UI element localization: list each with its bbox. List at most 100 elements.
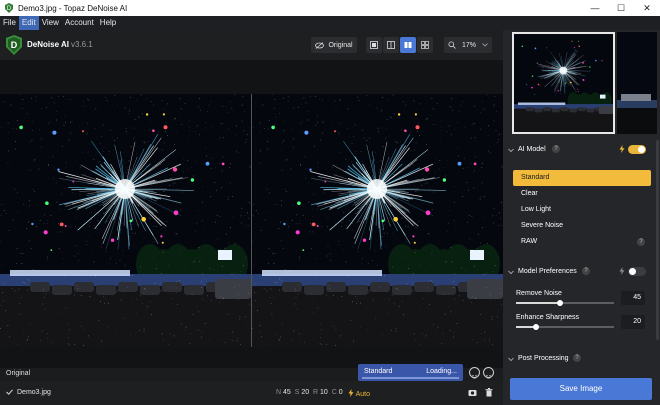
ai-model-list: Standard Clear Low Light Severe Noise RA… [513,170,651,250]
ai-model-title: AI Model [518,146,546,153]
stat-key-c: C [331,389,337,396]
maximize-button[interactable]: ☐ [608,0,634,16]
window-title: Demo3.jpg - Topaz DeNoise AI [18,3,128,13]
menu-bar: File Edit View Account Help [0,16,660,30]
lightning-icon [619,145,625,153]
face-recovery-icon[interactable] [483,367,494,379]
side-by-side-icon [404,42,412,48]
toggle-knob [629,268,636,275]
app-icon: D [5,3,13,13]
model-preferences-help-icon[interactable]: ? [582,267,590,275]
stat-key-r: R [313,389,319,396]
menu-file[interactable]: File [0,16,19,30]
stat-value-r: 10 [320,389,328,396]
original-button-label: Original [328,41,353,49]
post-processing-help-icon[interactable]: ? [573,354,581,362]
model-standard[interactable]: Standard [513,170,651,186]
single-view-button[interactable] [366,37,382,53]
single-view-icon [370,41,378,49]
app-version: v3.6.1 [70,40,93,49]
model-severe-noise[interactable]: Severe Noise [513,218,651,234]
menu-account[interactable]: Account [62,16,97,30]
chevron-down-icon [482,43,488,47]
eye-off-icon [315,41,325,49]
processing-status-text: Loading... [426,368,457,375]
navigator-shade [617,32,657,134]
settings-summary: N 45 S 20 R 10 C 0 [276,389,343,396]
image-viewer[interactable] [0,60,503,368]
quad-view-button[interactable] [417,37,433,53]
close-button[interactable]: ✕ [634,0,660,16]
navigator-thumbnail-photo [514,34,613,132]
remove-noise-label: Remove Noise [516,290,562,297]
enhance-sharpness-slider[interactable] [516,324,614,330]
remove-noise-slider[interactable] [516,300,614,306]
stat-key-n: N [276,389,282,396]
raw-help-icon[interactable]: ? [637,238,645,246]
side-by-side-view-button[interactable] [400,37,416,53]
chevron-down-icon[interactable] [508,356,514,363]
lightning-icon [348,389,354,397]
settings-sidebar: AI Model ? Standard Clear Low Light Seve… [503,30,660,405]
file-footer: Demo3.jpg N 45 S 20 R 10 C 0 Auto [0,381,503,405]
zoom-dropdown[interactable]: 17% [444,37,492,53]
menu-view[interactable]: View [39,16,62,30]
fireworks-photo-original [0,94,251,347]
post-processing-title: Post Processing [518,355,569,362]
original-toggle-button[interactable]: Original [311,37,357,53]
app-name-label: DeNoise AI [27,40,69,49]
minimize-button[interactable]: — [582,0,608,16]
stat-value-s: 20 [301,389,310,396]
navigator-thumbnail[interactable] [512,32,615,134]
chevron-down-icon[interactable] [508,147,514,154]
menu-help[interactable]: Help [97,16,119,30]
remove-noise-knob[interactable] [557,300,564,306]
model-low-light[interactable]: Low Light [513,202,651,218]
stat-key-s: S [294,389,300,396]
model-raw-label: RAW [521,238,538,245]
remove-noise-value[interactable]: 45 [621,291,645,305]
denoise-logo-icon: D [6,35,22,55]
original-preview-image[interactable] [0,94,251,347]
model-raw[interactable]: RAW ? [513,234,651,250]
save-image-button[interactable]: Save Image [510,378,652,400]
ai-model-auto-toggle[interactable] [628,145,646,154]
processing-progress-bar [362,377,459,379]
app-name: DeNoise AI v3.6.1 [27,40,93,49]
file-name[interactable]: Demo3.jpg [17,389,51,396]
remove-noise-fill [516,302,561,304]
processing-status: Standard Loading... [358,364,463,381]
camera-icon[interactable] [468,388,477,397]
original-label: Original [6,370,31,377]
enhance-sharpness-knob[interactable] [532,324,539,330]
menu-edit[interactable]: Edit [18,16,39,30]
split-view-icon [387,41,395,49]
split-view-button[interactable] [383,37,399,53]
model-preferences-title: Model Preferences [518,268,577,275]
navigator-thumbnail-extension [617,32,657,134]
processed-preview-image[interactable] [252,94,503,347]
toggle-knob [638,146,645,153]
fireworks-photo-processed [252,94,503,347]
zoom-icon [448,41,456,49]
stat-value-n: 45 [283,389,291,396]
window-titlebar: D Demo3.jpg - Topaz DeNoise AI — ☐ ✕ [0,0,660,16]
stat-value-c: 0 [338,389,343,396]
ai-model-help-icon[interactable]: ? [552,145,560,153]
chevron-down-icon[interactable] [508,269,514,276]
checkmark-icon [6,389,13,395]
sidebar-scrollbar[interactable] [656,140,659,340]
quad-view-icon [421,41,429,49]
model-preferences-auto-toggle[interactable] [628,267,646,276]
auto-mode-indicator[interactable]: Auto [348,389,370,398]
enhance-sharpness-value[interactable]: 20 [621,315,645,329]
auto-label: Auto [355,391,370,398]
svg-text:D: D [11,40,18,50]
top-toolbar: D DeNoise AI v3.6.1 Original 17% [0,30,503,60]
zoom-value: 17% [461,41,476,49]
model-clear[interactable]: Clear [513,186,651,202]
processing-model: Standard [364,368,393,375]
face-detect-icon[interactable] [469,367,480,379]
svg-text:D: D [7,6,12,12]
trash-icon[interactable] [485,388,493,397]
